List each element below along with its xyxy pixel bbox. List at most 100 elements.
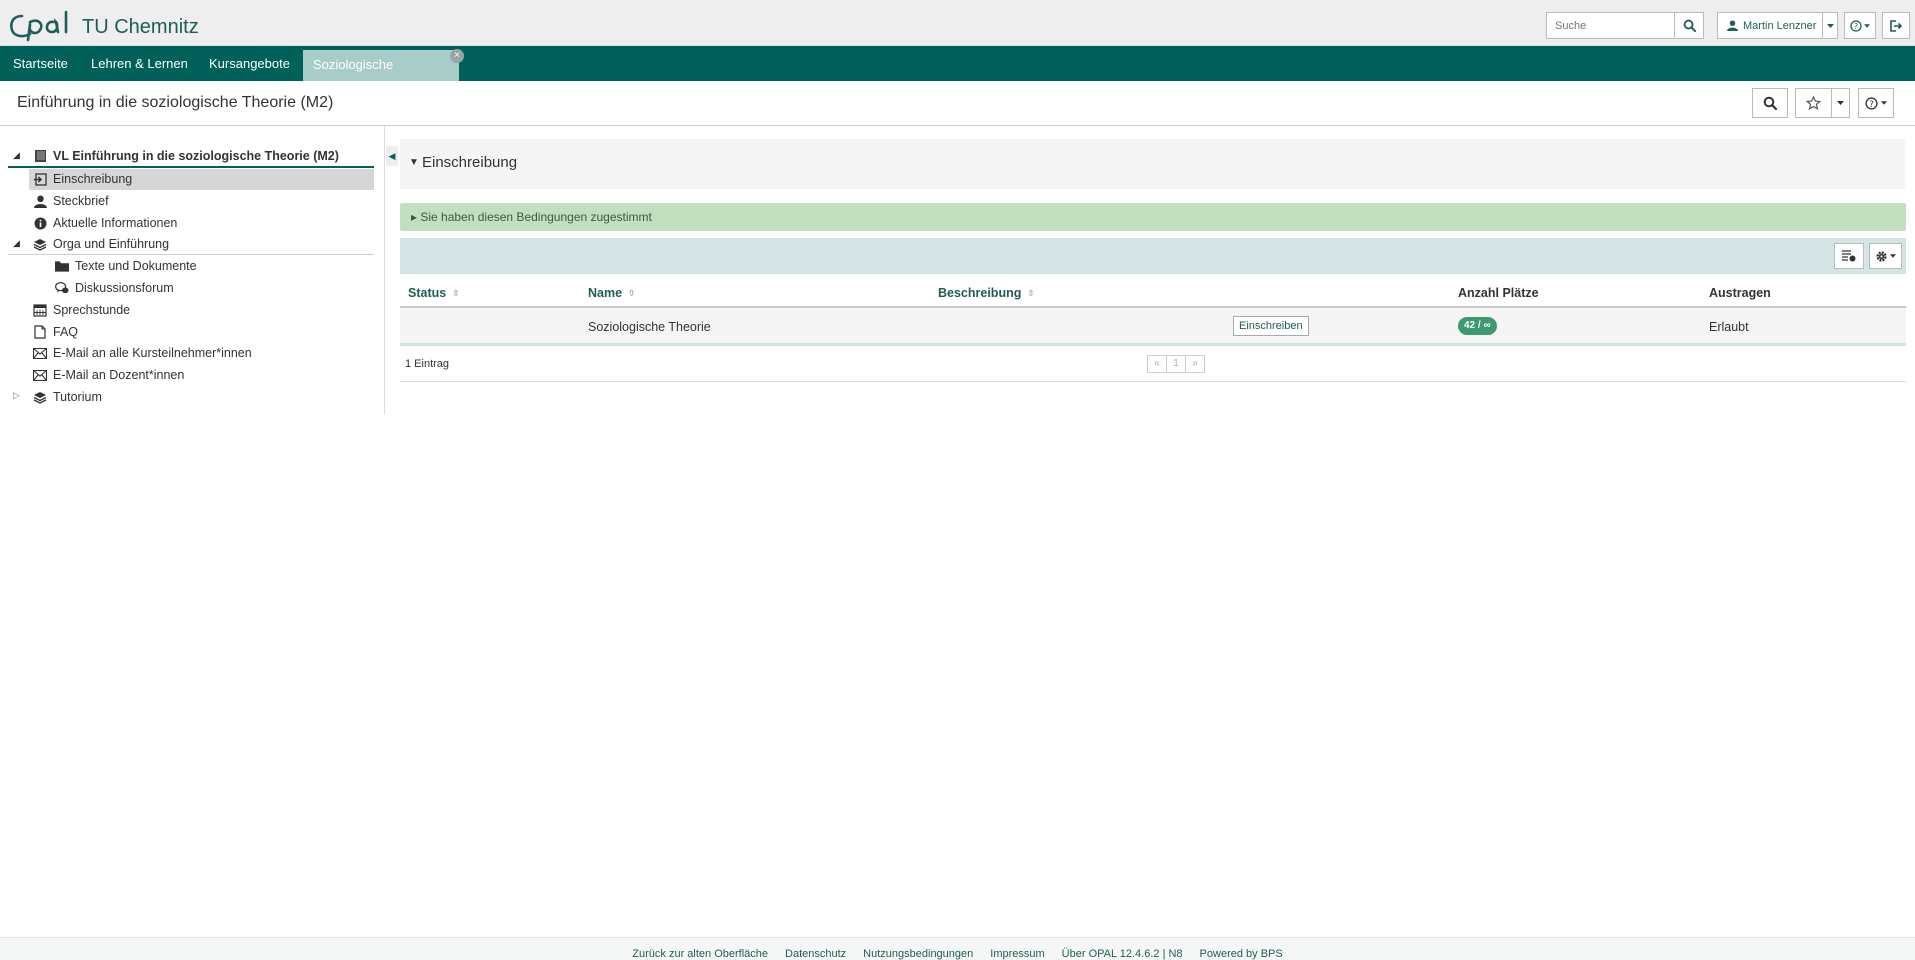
places-badge: 42 / ∞ xyxy=(1458,317,1497,335)
search-icon xyxy=(1763,96,1777,110)
tree-item-label: E-Mail an alle Kursteilnehmer*innen xyxy=(53,346,252,360)
tree-item-aktuelle-informationen[interactable]: Aktuelle Informationen xyxy=(33,213,177,233)
footer-link-bps[interactable]: Powered by BPS xyxy=(1200,948,1283,960)
tree-group-underline xyxy=(8,254,374,255)
caret-down-icon xyxy=(1864,23,1870,28)
svg-text:?: ? xyxy=(1869,99,1874,109)
mail-icon xyxy=(33,368,47,382)
tree-collapsed-toggle[interactable]: ▷ xyxy=(13,390,20,401)
search-button[interactable] xyxy=(1674,12,1704,39)
mail-icon xyxy=(33,346,47,360)
pager-next[interactable]: » xyxy=(1185,355,1205,373)
footer-link-datenschutz[interactable]: Datenschutz xyxy=(785,948,846,960)
tree-item-label: Einschreibung xyxy=(53,172,133,186)
enroll-icon xyxy=(33,172,47,186)
book-icon xyxy=(33,149,47,163)
tab-startseite[interactable]: Startseite xyxy=(0,46,81,81)
tree-item-einschreibung[interactable]: Einschreibung xyxy=(33,169,132,189)
help-icon: ? xyxy=(1850,19,1862,32)
tree-item-faq[interactable]: FAQ xyxy=(33,322,78,342)
forum-icon xyxy=(55,281,69,295)
entry-count: 1 Eintrag xyxy=(405,358,450,370)
bookmark-button[interactable] xyxy=(1795,88,1832,118)
tree-item-label: Tutorium xyxy=(53,390,102,404)
table-options-button[interactable] xyxy=(1869,243,1902,269)
tree-item-label: E-Mail an Dozent*innen xyxy=(53,368,185,382)
tree-item-tutorium[interactable]: Tutorium xyxy=(33,387,102,407)
layers-icon xyxy=(33,237,47,251)
help-menu-button[interactable]: ? xyxy=(1844,12,1876,39)
tree-expanded-toggle[interactable]: ◢ xyxy=(13,238,20,249)
column-settings-button[interactable] xyxy=(1834,243,1864,269)
footer-link-about[interactable]: Über OPAL 12.4.6.2 | N8 xyxy=(1062,948,1183,960)
course-search-button[interactable] xyxy=(1752,88,1788,118)
footer-link-nutzungsbedingungen[interactable]: Nutzungsbedingungen xyxy=(863,948,973,960)
star-icon xyxy=(1806,96,1821,110)
tree-root-underline xyxy=(8,166,374,168)
tree-root-label: VL Einführung in die soziologische Theor… xyxy=(53,149,339,163)
calendar-icon xyxy=(33,303,47,317)
course-header: Einführung in die soziologische Theorie … xyxy=(0,81,1915,126)
tree-item-sprechstunde[interactable]: Sprechstunde xyxy=(33,300,130,320)
column-header-status[interactable]: Status ⇳ xyxy=(408,286,460,300)
tree-item-diskussionsforum[interactable]: Diskussionsforum xyxy=(55,278,174,298)
help-icon: ? xyxy=(1865,96,1878,109)
tree-item-email-teilnehmer[interactable]: E-Mail an alle Kursteilnehmer*innen xyxy=(33,343,252,363)
layers-icon xyxy=(33,390,47,404)
page-footer: Zurück zur alten Oberfläche Datenschutz … xyxy=(0,937,1915,960)
panel-title: Einschreibung xyxy=(422,154,518,171)
folder-icon xyxy=(55,259,69,273)
tab-lehren-lernen[interactable]: Lehren & Lernen xyxy=(78,46,201,81)
main-nav: Startseite Lehren & Lernen Kursangebote … xyxy=(0,46,1915,102)
user-menu-caret[interactable] xyxy=(1822,12,1838,39)
user-icon xyxy=(1727,20,1738,31)
bookmark-caret[interactable] xyxy=(1831,88,1850,118)
pager-prev[interactable]: « xyxy=(1147,355,1167,373)
sort-icon: ⇳ xyxy=(1027,287,1034,298)
tree-item-label: Aktuelle Informationen xyxy=(53,216,178,230)
tab-soziologische-klassiker[interactable]: Soziologische Klassike... xyxy=(303,50,459,102)
tree-item-label: FAQ xyxy=(53,325,79,339)
search-icon xyxy=(1683,19,1696,32)
user-name: Martin Lenzner xyxy=(1743,19,1817,32)
tree-item-texte-dokumente[interactable]: Texte und Dokumente xyxy=(55,256,197,276)
course-title: Einführung in die soziologische Theorie … xyxy=(17,94,334,111)
tree-item-label: Diskussionsforum xyxy=(75,281,174,295)
user-menu-button[interactable]: Martin Lenzner xyxy=(1717,12,1823,39)
column-header-beschreibung[interactable]: Beschreibung ⇳ xyxy=(938,286,1035,300)
info-icon xyxy=(33,216,47,230)
tree-item-label: Texte und Dokumente xyxy=(75,259,197,273)
top-header: TU Chemnitz Martin Lenzner ? xyxy=(0,0,1915,46)
close-tab-icon[interactable]: × xyxy=(450,49,464,63)
sort-icon: ⇳ xyxy=(452,287,459,298)
person-icon xyxy=(33,194,47,208)
sort-icon: ⇳ xyxy=(628,287,635,298)
panel-collapse-icon[interactable]: ▼ xyxy=(409,157,419,168)
tree-item-steckbrief[interactable]: Steckbrief xyxy=(33,191,109,211)
enroll-button[interactable]: Einschreiben xyxy=(1233,316,1309,336)
tree-item-label: Orga und Einführung xyxy=(53,237,170,251)
footer-link-old-ui[interactable]: Zurück zur alten Oberfläche xyxy=(632,948,768,960)
row-unenroll: Erlaubt xyxy=(1709,320,1749,334)
pager-page[interactable]: 1 xyxy=(1166,355,1186,373)
tree-root[interactable]: VL Einführung in die soziologische Theor… xyxy=(33,146,339,166)
tab-kursangebote[interactable]: Kursangebote xyxy=(196,46,303,81)
sidebar-collapse-button[interactable]: ◀ xyxy=(386,146,398,166)
course-help-button[interactable]: ? xyxy=(1858,88,1894,118)
table-header: Status ⇳ Name ⇳ Beschreibung ⇳ Anzahl Plätz… xyxy=(400,278,1906,308)
column-header-name[interactable]: Name ⇳ xyxy=(588,286,636,300)
page-icon xyxy=(33,325,47,339)
tree-item-label: Steckbrief xyxy=(53,194,109,208)
brand-name: TU Chemnitz xyxy=(82,16,199,38)
opal-logo[interactable] xyxy=(8,10,74,44)
tree-item-orga[interactable]: Orga und Einführung xyxy=(33,234,169,254)
terms-accepted-notice[interactable]: ▸ Sie haben diesen Bedingungen zugestimm… xyxy=(400,203,1906,231)
logout-button[interactable] xyxy=(1882,12,1910,39)
gear-icon xyxy=(1876,250,1887,262)
footer-link-impressum[interactable]: Impressum xyxy=(990,948,1044,960)
table-row: Soziologische Theorie Einschreiben 42 / … xyxy=(400,308,1906,346)
tree-expanded-toggle[interactable]: ◢ xyxy=(13,150,20,161)
table-config-icon xyxy=(1842,250,1856,262)
tree-item-email-dozenten[interactable]: E-Mail an Dozent*innen xyxy=(33,365,184,385)
column-header-austragen: Austragen xyxy=(1709,286,1771,300)
